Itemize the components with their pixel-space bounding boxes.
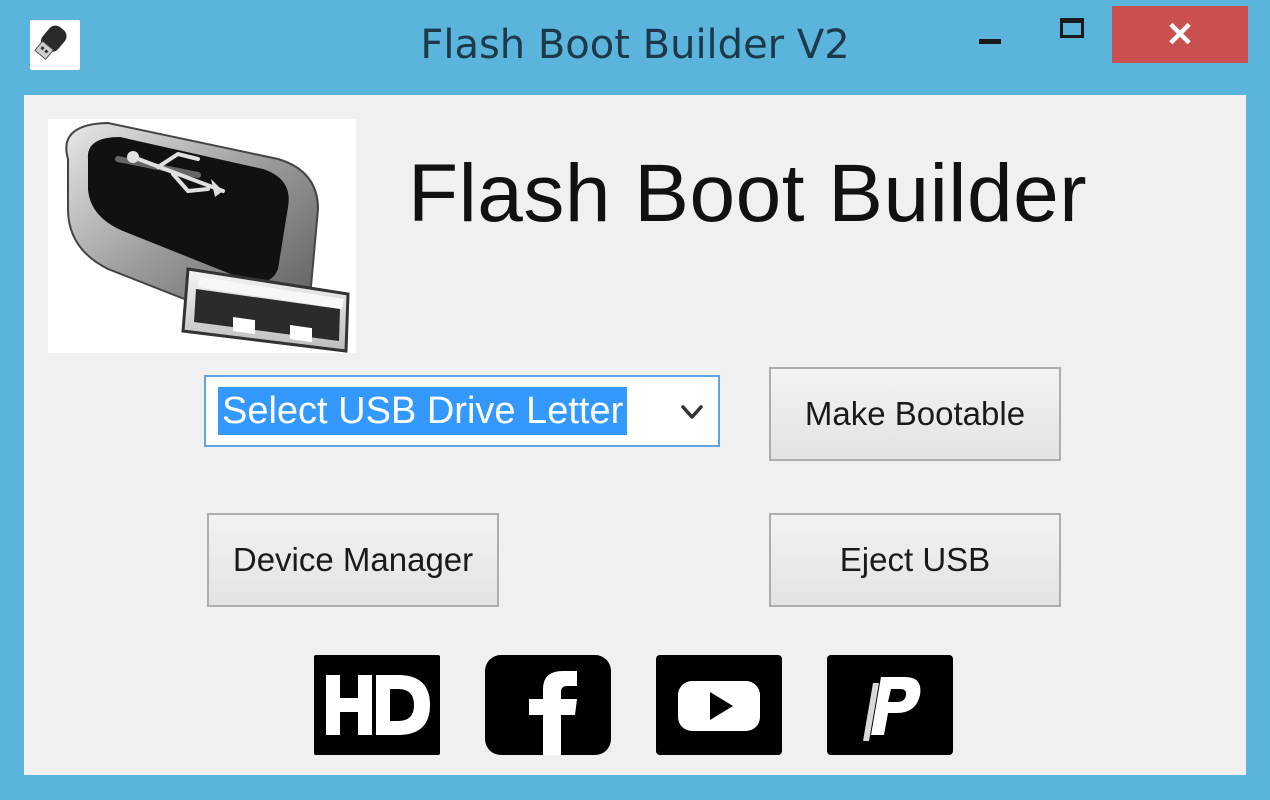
paypal-icon[interactable] bbox=[827, 655, 953, 755]
app-window: Flash Boot Builder V2 ✕ Flash Boot Build… bbox=[0, 0, 1270, 800]
minimize-icon bbox=[979, 38, 1001, 44]
title-bar[interactable]: Flash Boot Builder V2 ✕ bbox=[0, 0, 1270, 95]
youtube-icon[interactable] bbox=[656, 655, 782, 755]
maximize-icon bbox=[1060, 18, 1084, 38]
usb-drive-select-value: Select USB Drive Letter bbox=[218, 387, 628, 435]
usb-drive-image bbox=[48, 119, 356, 353]
close-button[interactable]: ✕ bbox=[1112, 6, 1248, 63]
usb-drive-select[interactable]: Select USB Drive Letter bbox=[204, 375, 720, 447]
close-icon: ✕ bbox=[1165, 15, 1195, 54]
eject-usb-button[interactable]: Eject USB bbox=[769, 513, 1061, 607]
device-manager-button[interactable]: Device Manager bbox=[207, 513, 499, 607]
minimize-button[interactable] bbox=[955, 6, 1025, 62]
chevron-down-icon[interactable] bbox=[676, 395, 708, 429]
facebook-icon[interactable] bbox=[485, 655, 611, 755]
app-heading: Flash Boot Builder bbox=[408, 148, 1088, 239]
maximize-button[interactable] bbox=[1037, 6, 1107, 62]
main-panel: Flash Boot Builder Select USB Drive Lett… bbox=[24, 95, 1246, 775]
hd-logo-icon[interactable] bbox=[314, 655, 440, 755]
make-bootable-button[interactable]: Make Bootable bbox=[769, 367, 1061, 461]
